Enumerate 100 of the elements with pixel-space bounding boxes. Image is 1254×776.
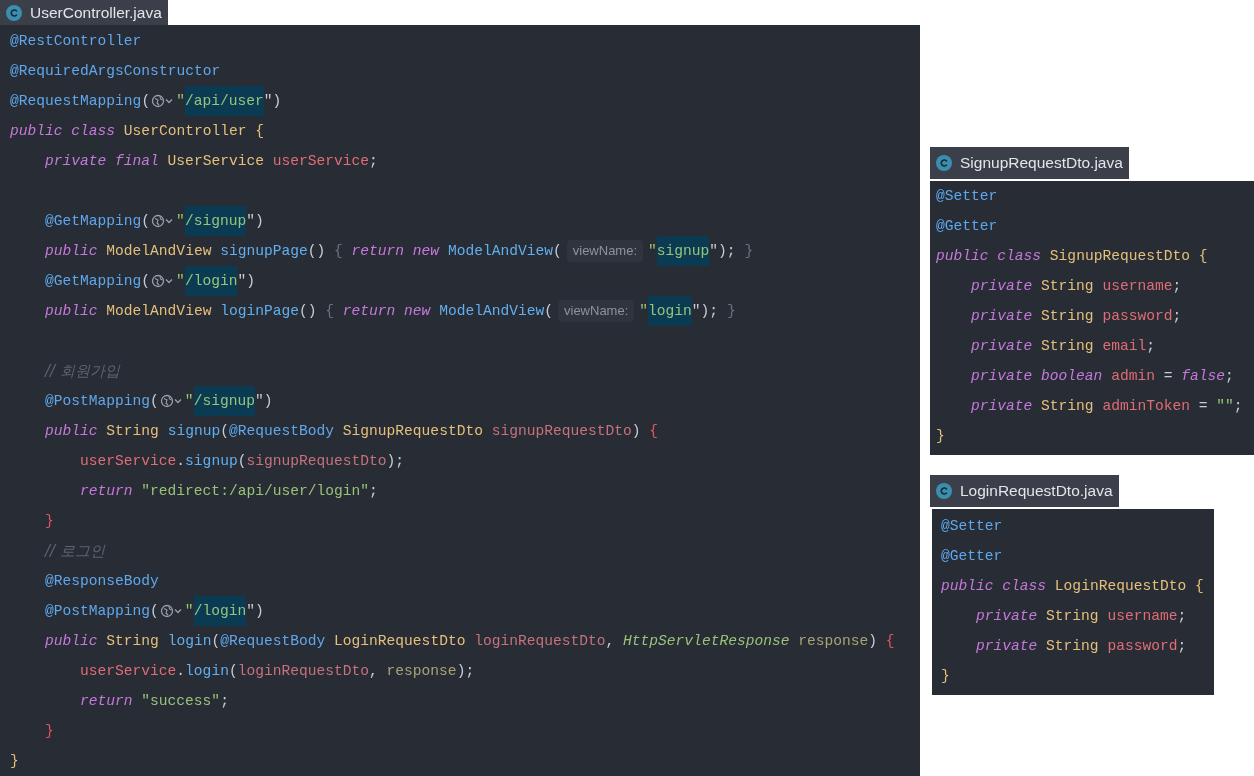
code-token: ; xyxy=(1177,607,1187,626)
code-token: . xyxy=(176,662,186,681)
code-token: String xyxy=(1046,637,1100,656)
code-token: ModelAndView xyxy=(439,302,545,321)
code-token: { xyxy=(649,422,659,441)
code-token: return new xyxy=(342,302,432,321)
code-token: ; xyxy=(1172,277,1182,296)
code-token: ; xyxy=(1172,307,1182,326)
code-token: signup xyxy=(185,452,238,471)
code-token: signupRequestDto xyxy=(246,452,387,471)
code-token: LoginRequestDto xyxy=(334,632,467,651)
code-token: ModelAndView xyxy=(447,242,553,261)
code-token: ") xyxy=(246,212,264,231)
code-token: /login xyxy=(184,266,238,296)
code-token: private xyxy=(971,307,1034,326)
code-token: " xyxy=(648,242,657,261)
code-token: adminToken xyxy=(1102,397,1190,416)
code-token: public xyxy=(45,242,99,261)
code-token: private xyxy=(971,277,1034,296)
code-token: LoginRequestDto xyxy=(1054,577,1188,596)
code-token: login xyxy=(167,632,212,651)
code-token: SignupRequestDto xyxy=(342,422,484,441)
code-token: signup xyxy=(656,236,710,266)
code-token: userService xyxy=(80,452,177,471)
code-token: } xyxy=(941,667,950,686)
code-token: "); xyxy=(709,242,737,261)
code-token: private xyxy=(971,337,1034,356)
code-token: } xyxy=(726,302,736,321)
code-token: UserController xyxy=(123,122,248,141)
code-token: " xyxy=(176,92,185,111)
code-token: return new xyxy=(351,242,441,261)
code-token: " xyxy=(184,602,194,621)
code-token: userService xyxy=(272,152,370,171)
code-token: { xyxy=(325,302,336,321)
code-token: @RequiredArgsConstructor xyxy=(10,62,221,81)
code-token: /signup xyxy=(184,206,247,236)
code-token: ) xyxy=(868,632,879,651)
code-token: ); xyxy=(386,452,405,471)
code-token: SignupRequestDto xyxy=(1049,247,1191,266)
code-token: } xyxy=(45,722,54,741)
code-token: String xyxy=(1041,307,1095,326)
code-token: userService xyxy=(80,662,177,681)
code-token: @RequestMapping xyxy=(10,92,142,111)
code-token: ( xyxy=(211,632,221,651)
code-token: ; xyxy=(369,152,378,171)
code-token: false xyxy=(1181,367,1225,386)
code-token: private xyxy=(976,637,1039,656)
code-token: ( xyxy=(220,422,229,441)
code-token: "success" xyxy=(141,692,221,711)
code-token: String xyxy=(106,632,160,651)
code-token: ") xyxy=(263,92,282,111)
code-token: admin xyxy=(1111,367,1155,386)
code-token: email xyxy=(1102,337,1147,356)
code-token: response xyxy=(386,662,457,681)
code-token: , xyxy=(605,632,616,651)
file-tab[interactable]: LoginRequestDto.java xyxy=(930,475,1119,507)
code-token: @ResponseBody xyxy=(45,572,159,591)
code-token: @GetMapping xyxy=(45,212,142,231)
code-token: () xyxy=(299,302,318,321)
code-token: ) xyxy=(631,422,642,441)
code-token: signup xyxy=(167,422,221,441)
code-token: ") xyxy=(246,602,264,621)
code-token: " xyxy=(184,392,194,411)
code-token: @Getter xyxy=(941,547,1003,566)
code-token: public xyxy=(45,422,99,441)
code-token: " xyxy=(639,302,649,321)
code-token: /signup xyxy=(193,386,255,416)
code-token: ( xyxy=(150,602,159,621)
code-token: private xyxy=(971,367,1034,386)
code-token: public class xyxy=(936,247,1043,266)
file-tab[interactable]: UserController.java xyxy=(0,0,168,25)
parameter-hint: viewName: xyxy=(566,240,644,262)
class-file-icon xyxy=(936,483,952,499)
code-token: { xyxy=(1195,577,1204,596)
code-token: // 로그인 xyxy=(45,541,105,562)
code-token: ( xyxy=(544,302,553,321)
code-token: . xyxy=(176,452,186,471)
code-token: ( xyxy=(141,272,151,291)
code-token: public class xyxy=(941,577,1048,596)
code-token: boolean xyxy=(1041,367,1104,386)
code-token: String xyxy=(1041,277,1095,296)
code-token: ( xyxy=(141,212,151,231)
code-token: loginRequestDto xyxy=(237,662,370,681)
code-token: password xyxy=(1102,307,1173,326)
code-token: login xyxy=(648,296,692,326)
code-token: login xyxy=(185,662,229,681)
file-tab[interactable]: SignupRequestDto.java xyxy=(930,147,1129,179)
code-token: } xyxy=(45,512,54,531)
globe-icon[interactable] xyxy=(159,394,184,408)
code-token: "); xyxy=(691,302,720,321)
code-token: ); xyxy=(456,662,475,681)
globe-icon[interactable] xyxy=(159,604,184,618)
code-token: = xyxy=(1197,397,1209,416)
code-token: ModelAndView xyxy=(106,242,213,261)
code-token: ; xyxy=(369,482,378,501)
code-token: ; xyxy=(1146,337,1155,356)
code-token: String xyxy=(1041,397,1095,416)
code-token: signupRequestDto xyxy=(491,422,632,441)
parameter-hint: viewName: xyxy=(558,300,635,322)
code-token: { xyxy=(334,242,344,261)
